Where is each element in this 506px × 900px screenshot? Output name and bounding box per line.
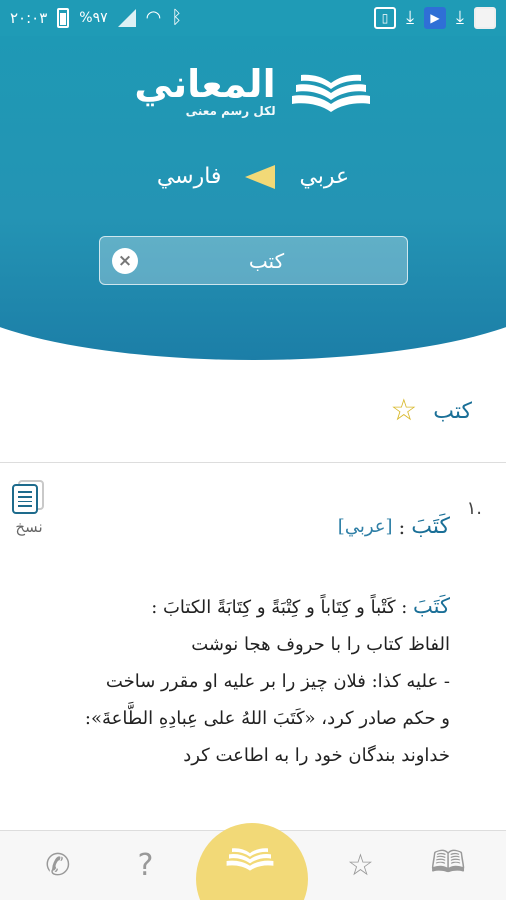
entry-number: ١. — [466, 498, 482, 519]
signal-icon — [117, 9, 136, 27]
result-word: كتب — [433, 398, 472, 424]
definition-line-3: - عليه كذا: فلان چيز را بر عليه او مقرر … — [105, 671, 450, 692]
download-icon-2: ⤓ — [456, 7, 464, 28]
app-logo: المعاني لكل رسم معنى — [0, 64, 506, 118]
language-direction-arrow-icon[interactable] — [245, 164, 276, 189]
language-selector: فارسي عربي — [0, 164, 506, 189]
download-icon: ⤓ — [406, 7, 415, 28]
copy-icon — [12, 480, 46, 514]
question-icon[interactable]: ? — [126, 848, 166, 883]
search-box: × — [99, 236, 408, 285]
open-book-icon[interactable]: 🕮 — [428, 840, 468, 891]
definition-line-4: و حكم صادر كرد، «كَتَبَ اللهُ على عِبادِ… — [84, 708, 450, 729]
star-icon[interactable]: ☆ — [341, 848, 381, 883]
entry-colon: : — [398, 514, 406, 539]
status-left: ٢٠:٠٣ %٩٧ ◠ ᛒ — [10, 8, 182, 28]
result-word-row: ☆ كتب — [390, 396, 472, 426]
wifi-icon: ◠ — [145, 7, 162, 28]
book-icon — [226, 848, 274, 871]
definition-forms: : كَتْباً و كِتَاباً و كِتْبَةً و كِتَاب… — [151, 597, 414, 618]
entry-definition: كَتَبَ : كَتْباً و كِتَاباً و كِتْبَةً و… — [40, 588, 450, 774]
book-logo-icon — [291, 74, 370, 112]
entry-word: كَتَبَ — [411, 514, 450, 539]
copy-button[interactable]: نسخ — [6, 480, 52, 540]
app-slogan: لكل رسم معنى — [185, 104, 276, 118]
phone-icon[interactable]: ✆ — [38, 848, 78, 883]
app-name: المعاني — [134, 62, 276, 106]
phone-notification-icon: ▯ — [374, 7, 397, 29]
copy-label: نسخ — [15, 518, 43, 536]
clear-search-button[interactable]: × — [112, 247, 138, 274]
entry-title: كَتَبَ : [عربي] — [338, 514, 450, 539]
divider — [0, 462, 506, 463]
status-bar: ٢٠:٠٣ %٩٧ ◠ ᛒ ▯ ⤓ ▶ ⤓ — [0, 0, 506, 36]
bluetooth-icon: ᛒ — [171, 7, 183, 28]
status-right: ▯ ⤓ ▶ ⤓ — [374, 7, 496, 29]
definition-line-1: كَتَبَ : كَتْباً و كِتَاباً و كِتْبَةً و… — [40, 588, 450, 626]
status-time: ٢٠:٠٣ — [10, 9, 48, 27]
entry-source: [عربي] — [337, 516, 393, 537]
definition-line-2: الفاظ كتاب را با حروف هجا نوشت — [191, 634, 450, 655]
battery-icon — [57, 8, 70, 28]
source-language[interactable]: عربي — [299, 164, 349, 189]
app-notification-icon: ▶ — [424, 7, 447, 29]
battery-level: %٩٧ — [79, 10, 108, 26]
favorite-star-icon[interactable]: ☆ — [390, 396, 417, 426]
target-language[interactable]: فارسي — [157, 164, 222, 189]
app-screen: ٢٠:٠٣ %٩٧ ◠ ᛒ ▯ ⤓ ▶ ⤓ المعاني لكل رسم مع… — [0, 0, 506, 900]
image-notification-icon — [474, 7, 496, 29]
definition-line-5: خداوند بندگان خود را به اطاعت كرد — [183, 745, 450, 766]
logo-text: المعاني لكل رسم معنى — [134, 64, 275, 118]
definition-headword: كَتَبَ — [413, 594, 450, 618]
search-input[interactable] — [138, 248, 395, 273]
